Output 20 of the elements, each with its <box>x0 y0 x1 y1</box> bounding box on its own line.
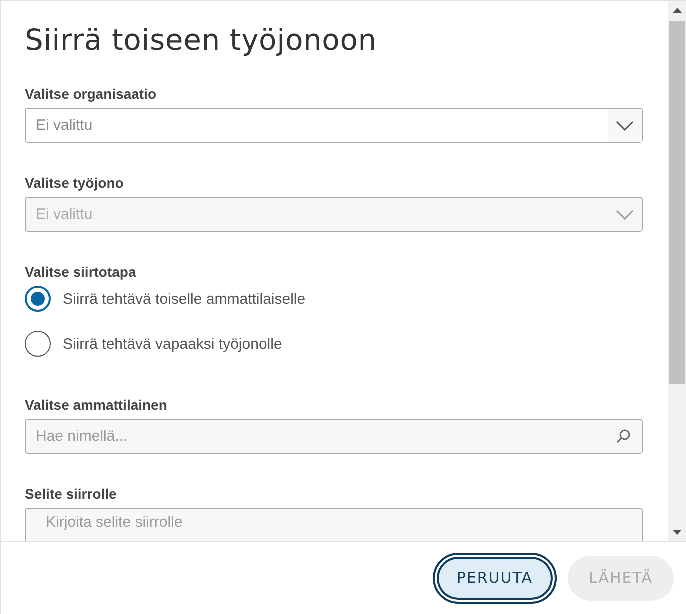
field-label: Valitse siirtotapa <box>25 264 138 280</box>
chevron-down-icon <box>616 120 634 130</box>
chevron-down-icon <box>616 210 634 220</box>
search-field[interactable]: Hae nimellä... <box>25 419 643 454</box>
radio-button[interactable] <box>25 286 51 312</box>
dialog-title: Siirrä toiseen työjonoon <box>25 23 378 57</box>
search-icon <box>616 429 631 444</box>
radio-label[interactable]: Siirrä tehtävä toiselle ammattilaiselle <box>63 290 306 308</box>
scrollbar-thumb[interactable] <box>669 21 685 384</box>
radio-button[interactable] <box>25 331 51 357</box>
scrollbar[interactable] <box>668 1 686 541</box>
field-label: Valitse organisaatio <box>25 86 158 102</box>
field-label: Selite siirrolle <box>25 486 118 502</box>
scroll-up-icon[interactable] <box>672 8 682 12</box>
comment-field[interactable]: Kirjoita selite siirrolle <box>25 508 643 541</box>
scroll-down-icon[interactable] <box>672 530 682 534</box>
dialog-button[interactable]: PERUUTA <box>432 552 558 604</box>
field-label: Valitse työjono <box>25 175 125 191</box>
field-label: Valitse ammattilainen <box>25 397 168 413</box>
radio-label[interactable]: Siirrä tehtävä vapaaksi työjonolle <box>63 336 282 352</box>
